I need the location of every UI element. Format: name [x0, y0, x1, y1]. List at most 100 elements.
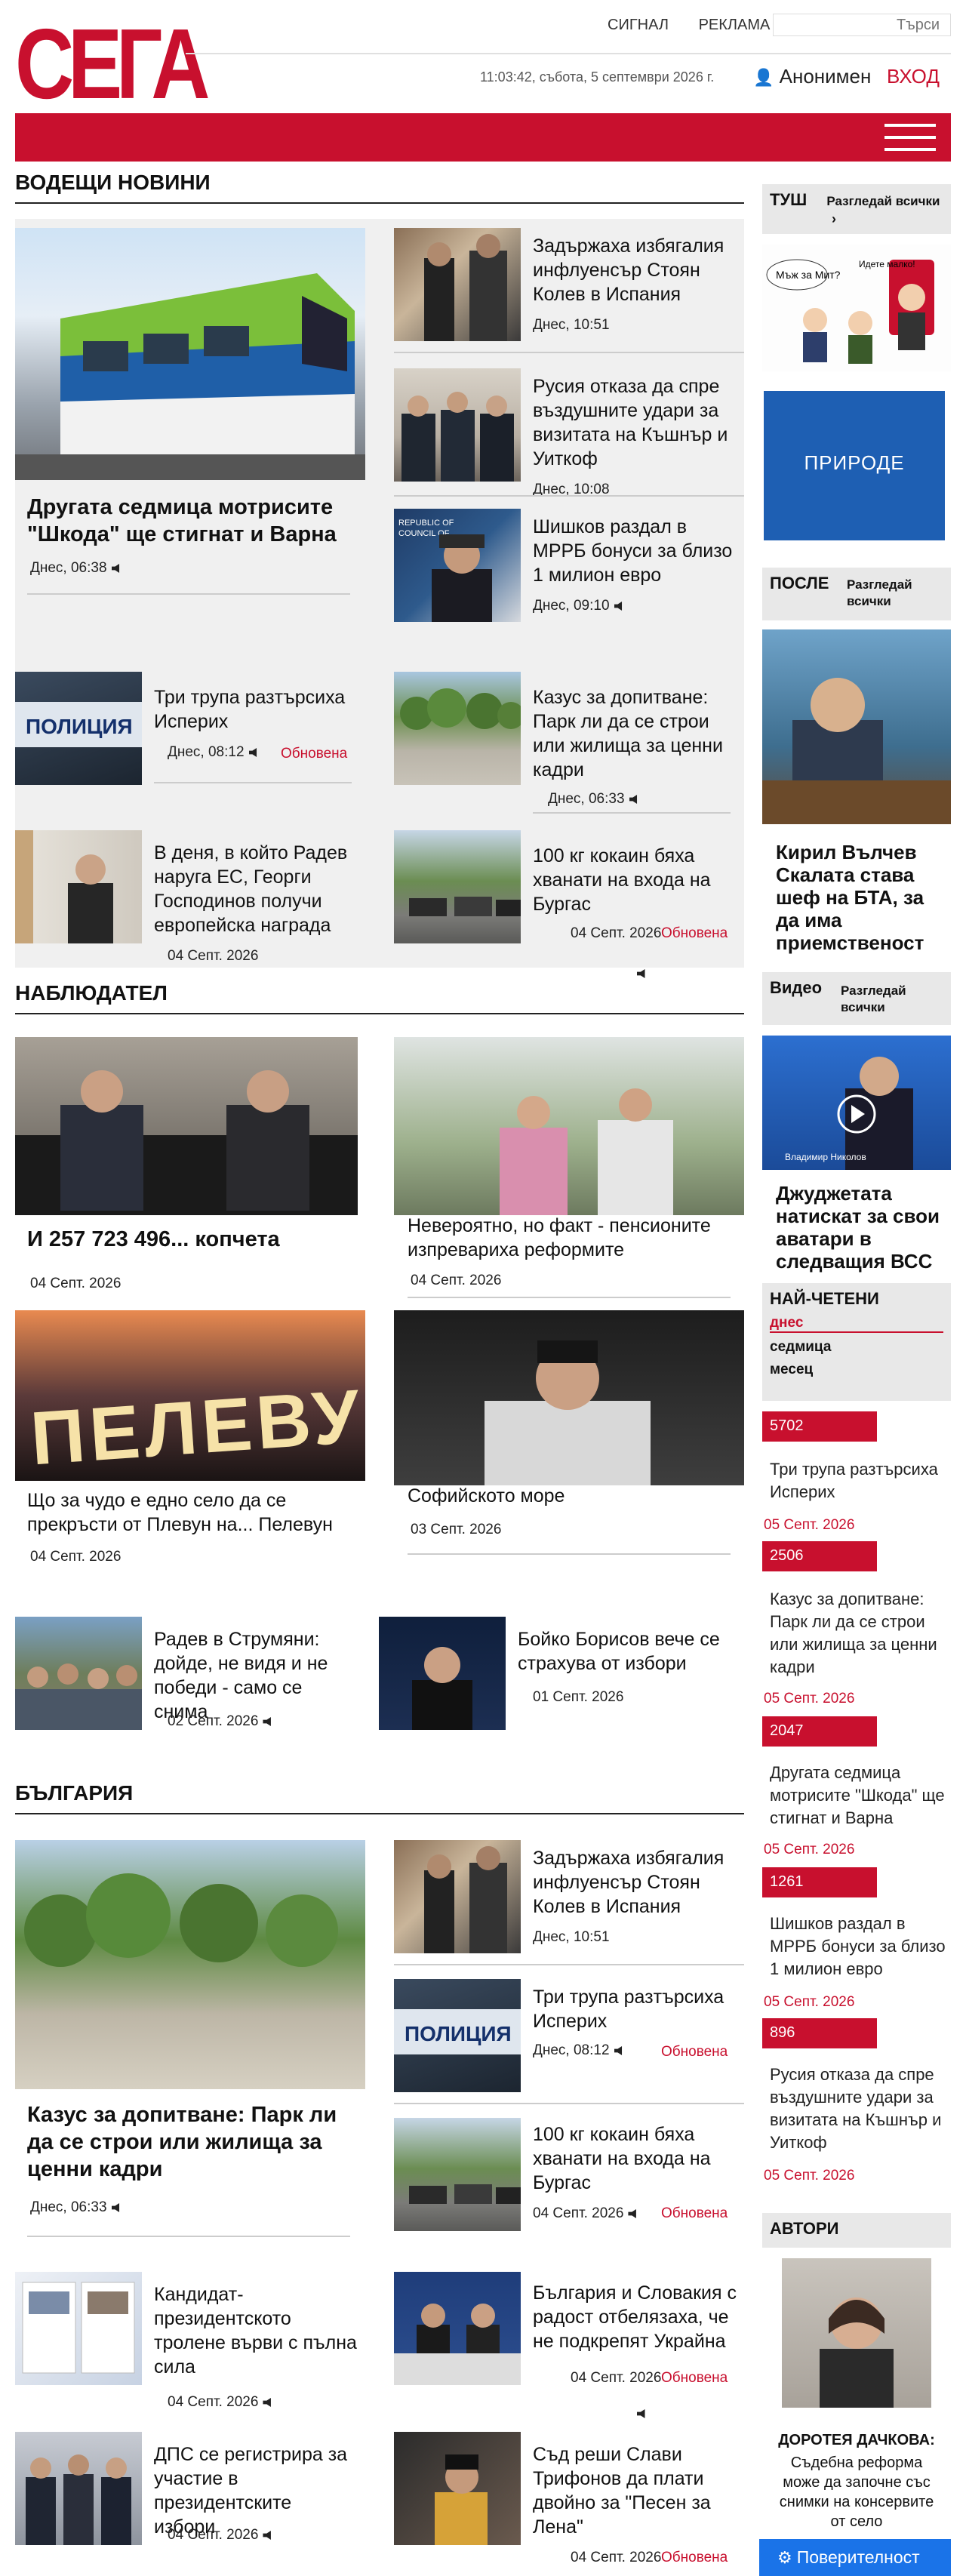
cocaine-image[interactable] [394, 2118, 521, 2231]
gorbachev-image[interactable] [15, 1037, 358, 1215]
police-car-image[interactable]: ПОЛИЦИЯ [15, 672, 142, 785]
updated-badge: Обновена [661, 2550, 728, 2565]
bulgaria-side-title[interactable]: Задържаха избягалия инфлуенсър Стоян Кол… [533, 1846, 737, 1919]
bulgaria-side-date: Днес, 08:12 [533, 2042, 610, 2058]
lead-main-title[interactable]: Другата седмица мотрисите "Шкода" ще сти… [27, 494, 359, 548]
bulgaria-grid-meta-group: 04 Септ. 2026 [168, 2527, 273, 2544]
hamburger-menu-icon[interactable] [884, 124, 936, 151]
audio-icon[interactable] [628, 2208, 636, 2218]
audio-icon[interactable] [614, 601, 623, 611]
bulgaria-grid-meta: 04 Септ. 2026 [571, 2550, 662, 2565]
audio-icon[interactable] [263, 2397, 271, 2407]
audio-icon[interactable] [629, 794, 638, 804]
audio-icon[interactable] [248, 747, 257, 757]
after-title[interactable]: Кирил Вълчев Скалата става шеф на БТА, з… [776, 841, 946, 954]
observer-title[interactable]: Бойко Борисов вече се страхува от избори [518, 1627, 729, 1676]
audio-icon[interactable] [637, 2409, 645, 2418]
putin-meeting-image[interactable] [394, 368, 521, 482]
signal-link[interactable]: СИГНАЛ [608, 17, 669, 33]
video-title[interactable]: Джуджетата натискат за свои аватари в сл… [776, 1182, 946, 1273]
advertisement-banner[interactable]: ПРИРОДЕ [764, 391, 945, 540]
audio-icon[interactable] [614, 2045, 623, 2055]
privacy-button[interactable]: ⚙ Поверителност [759, 2539, 951, 2576]
audio-icon[interactable] [263, 2530, 271, 2540]
police-car-image[interactable]: ПОЛИЦИЯ [394, 1979, 521, 2092]
tab-week[interactable]: седмица [770, 1339, 943, 1356]
audio-icon[interactable] [111, 563, 120, 573]
gospodinov-image[interactable] [15, 830, 142, 943]
park-image[interactable] [394, 672, 521, 785]
bubble-text: Мъж за Мит? [776, 269, 841, 281]
author-name[interactable]: ДОРОТЕЯ ДАЧКОВА: [762, 2432, 951, 2449]
grid-story-title[interactable]: 100 кг кокаин бяха хванати на входа на Б… [533, 844, 737, 916]
after-view-all-link[interactable]: Разгледай всички [847, 577, 930, 610]
observer-title[interactable]: Софийското море [408, 1484, 732, 1508]
most-read-title[interactable]: Три трупа разтърсиха Исперих [770, 1458, 948, 1503]
video-caption: Владимир Николов [785, 1152, 866, 1162]
borisov-image[interactable] [379, 1617, 506, 1730]
train-image[interactable] [15, 228, 365, 480]
influencer-image[interactable] [394, 228, 521, 341]
park-image-large[interactable] [15, 1840, 365, 2089]
observer-title[interactable]: Що за чудо е едно село да се прекръсти о… [27, 1488, 352, 1537]
sofia-sea-image[interactable] [394, 1310, 744, 1485]
grid-story-title[interactable]: Три трупа разтърсиха Исперих [154, 685, 358, 734]
cocaine-image[interactable] [394, 830, 521, 943]
grid-story-title[interactable]: Казус за допитване: Парк ли да се строи … [533, 685, 737, 782]
chevron-right-icon: › [832, 211, 836, 226]
author-photo[interactable] [782, 2258, 931, 2408]
observer-title[interactable]: Невероятно, но факт - пенсионите изпрева… [408, 1214, 732, 1262]
slovakia-image[interactable] [394, 2272, 521, 2385]
login-link[interactable]: ВХОД [887, 65, 940, 88]
bulgaria-grid-title[interactable]: България и Словакия с радост отбелязаха,… [533, 2281, 737, 2353]
ads-link[interactable]: РЕКЛАМА [699, 17, 771, 33]
video-thumbnail[interactable]: Владимир Николов [762, 1036, 951, 1170]
side-story-title[interactable]: Задържаха избягалия инфлуенсър Стоян Кол… [533, 234, 737, 306]
tab-month[interactable]: месец [770, 1362, 943, 1378]
influencer-image[interactable] [394, 1840, 521, 1953]
search-input[interactable] [773, 14, 951, 36]
cartoon-image[interactable]: Мъж за Мит? Идете малко! [762, 245, 951, 371]
author-article-title[interactable]: Съдебна реформа може да започне със сним… [773, 2453, 940, 2531]
side-story-title[interactable]: Шишков раздал в МРРБ бонуси за близо 1 м… [533, 515, 737, 587]
trolling-image[interactable] [15, 2272, 142, 2385]
shishkov-image[interactable]: REPUBLIC OF COUNCIL OF [394, 509, 521, 622]
read-count-bar: 2506 [762, 1541, 877, 1571]
tab-today[interactable]: днес [770, 1315, 943, 1333]
bulgaria-grid-title[interactable]: ДПС се регистрира за участие в президент… [154, 2442, 358, 2539]
pensioners-image[interactable] [394, 1037, 744, 1215]
police-sign: ПОЛИЦИЯ [394, 2009, 521, 2054]
observer-meta: 01 Септ. 2026 [533, 1689, 624, 1705]
most-read-title[interactable]: Казус за допитване: Парк ли да се строи … [770, 1588, 948, 1679]
grid-story-title[interactable]: В деня, в който Радев наруга ЕС, Георги … [154, 841, 358, 937]
screenshot [22, 2282, 135, 2374]
pelevun-image[interactable]: ПЕЛЕВУН [15, 1310, 365, 1481]
observer-date: 02 Септ. 2026 [168, 1713, 259, 1729]
bulgaria-side-title[interactable]: Три трупа разтърсиха Исперих [533, 1985, 737, 2033]
bulgaria-side-meta-group: 04 Септ. 2026 [533, 2205, 638, 2222]
audio-icon[interactable] [637, 969, 645, 978]
trifonov-image[interactable] [394, 2432, 521, 2545]
most-read-title[interactable]: Русия отказа да спре въздушните удари за… [770, 2064, 948, 2154]
after-header: ПОСЛЕ Разгледай всички [762, 568, 951, 620]
side-story-title[interactable]: Русия отказа да спре въздушните удари за… [533, 374, 737, 471]
most-read-title[interactable]: Другата седмица мотрисите "Шкода" ще сти… [770, 1762, 948, 1830]
most-read-date: 05 Септ. 2026 [764, 2168, 855, 2184]
observer-title[interactable]: Радев в Струмяни: дойде, не видя и не по… [154, 1627, 358, 1724]
video-view-all-link[interactable]: Разгледай всички [841, 983, 924, 1016]
after-image[interactable] [762, 629, 951, 824]
site-logo[interactable]: СЕГА [15, 14, 210, 114]
audio-icon[interactable] [263, 1716, 271, 1726]
divider [154, 782, 352, 783]
cartoon-view-all-link[interactable]: Разгледай всички [826, 194, 940, 208]
bulgaria-grid-title[interactable]: Кандидат-президентското тролене върви с … [154, 2282, 358, 2379]
bulgaria-side-title[interactable]: 100 кг кокаин бяха хванати на входа на Б… [533, 2122, 737, 2195]
bulgaria-grid-title[interactable]: Съд реши Слави Трифонов да плати двойно … [533, 2442, 737, 2539]
most-read-title[interactable]: Шишков раздал в МРРБ бонуси за близо 1 м… [770, 1913, 948, 1980]
dps-image[interactable] [15, 2432, 142, 2545]
observer-title[interactable]: И 257 723 496... копчета [27, 1226, 352, 1253]
user-menu[interactable]: 👤 Анонимен [753, 65, 871, 88]
bulgaria-main-title[interactable]: Казус за допитване: Парк ли да се строи … [27, 2101, 359, 2183]
radev-strumyani-image[interactable] [15, 1617, 142, 1730]
audio-icon[interactable] [111, 2202, 120, 2212]
